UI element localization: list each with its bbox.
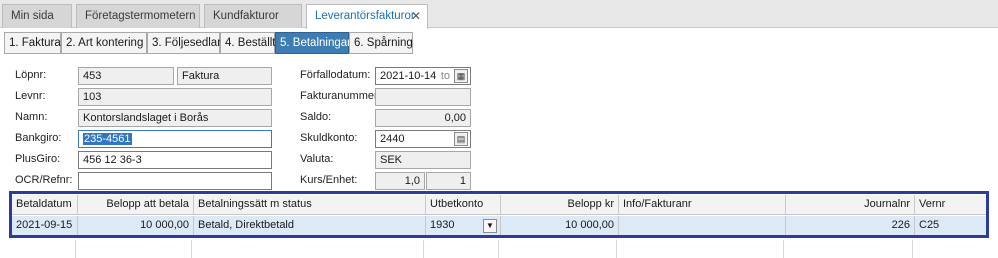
plusgiro-input[interactable]: 456 12 36-3 — [78, 151, 272, 169]
lookup-icon[interactable]: ▤ — [454, 132, 468, 146]
kurs-label: Kurs/Enhet: — [300, 174, 358, 186]
valuta-field: SEK — [375, 151, 471, 169]
calendar-icon[interactable]: ▦ — [454, 69, 468, 83]
lopnr-label: Löpnr: — [15, 69, 47, 81]
cell-utbetkonto[interactable]: 1930 ▼ — [426, 216, 501, 235]
grid-divider — [498, 240, 499, 258]
grid-divider — [191, 240, 192, 258]
grid-divider — [75, 240, 76, 258]
grid-header: Betaldatum Belopp att betala Betalningss… — [12, 195, 986, 215]
saldo-field: 0,00 — [375, 109, 471, 127]
col-belopp-kr[interactable]: Belopp kr — [501, 195, 619, 215]
utbetkonto-value: 1930 — [430, 219, 455, 231]
valuta-label: Valuta: — [300, 153, 334, 165]
subtab-sparning[interactable]: 6. Spårning — [349, 32, 413, 54]
enhet-field: 1 — [426, 172, 471, 190]
subtab-faktura[interactable]: 1. Faktura — [4, 32, 61, 54]
col-betalningssatt[interactable]: Betalningssätt m status — [194, 195, 426, 215]
col-vernr[interactable]: Vernr — [915, 195, 986, 215]
grid-divider — [912, 240, 913, 258]
ocr-input[interactable] — [78, 172, 272, 190]
tab-label: Företagstermometern — [85, 10, 196, 22]
subtab-art-kontering[interactable]: 2. Art kontering — [61, 32, 147, 54]
cell-vernr: C25 — [919, 219, 940, 231]
saldo-label: Saldo: — [300, 111, 332, 123]
col-belopp-att-betala[interactable]: Belopp att betala — [78, 195, 194, 215]
plusgiro-label: PlusGiro: — [15, 153, 61, 165]
levnr-label: Levnr: — [15, 90, 46, 102]
cell-betalningssatt: Betald, Direktbetald — [194, 216, 426, 235]
tab-label: Leverantörsfakturor — [315, 10, 415, 22]
ocr-label: OCR/Refnr: — [15, 174, 73, 186]
bankgiro-label: Bankgiro: — [15, 132, 62, 144]
payments-grid: Betaldatum Belopp att betala Betalningss… — [9, 191, 989, 238]
namn-field: Kontorslandslaget i Borås — [78, 109, 272, 127]
close-icon[interactable]: ✕ — [411, 5, 421, 27]
lopnr-field: 453 — [78, 67, 174, 85]
grid-divider — [783, 240, 784, 258]
namn-label: Namn: — [15, 111, 48, 123]
skuldkonto-input[interactable]: 2440 ▤ — [375, 130, 471, 148]
cell-belopp-att-betala: 10 000,00 — [78, 216, 194, 235]
tab-foretagstermometern[interactable]: Företagstermometern — [76, 4, 200, 28]
grid-empty-area — [0, 240, 998, 258]
skuldkonto-label: Skuldkonto: — [300, 132, 358, 144]
cell-belopp-kr: 10 000,00 — [501, 216, 619, 235]
cell-info-fakturanr — [619, 216, 786, 235]
tab-leverantorsfakturor[interactable]: Leverantörsfakturor ✕ — [306, 4, 428, 29]
fakturanummer-label: Fakturanummer: — [300, 90, 381, 102]
chevron-down-icon[interactable]: ▼ — [483, 219, 497, 233]
tab-label: Min sida — [11, 10, 54, 22]
levnr-field: 103 — [78, 88, 272, 106]
kurs-field: 1,0 — [375, 172, 425, 190]
tab-kundfakturor[interactable]: Kundfakturor — [204, 4, 302, 28]
col-utbetkonto[interactable]: Utbetkonto — [426, 195, 501, 215]
tab-min-sida[interactable]: Min sida — [2, 4, 72, 28]
fakturanummer-field — [375, 88, 471, 106]
forfallodatum-label: Förfallodatum: — [300, 69, 371, 81]
col-info-fakturanr[interactable]: Info/Fakturanr — [619, 195, 786, 215]
cell-betaldatum: 2021-09-15 — [12, 216, 78, 235]
document-tab-bar: Min sida Företagstermometern Kundfakturo… — [0, 0, 998, 29]
subtab-betalningar[interactable]: 5. Betalningar — [275, 32, 351, 54]
subtab-bestallt[interactable]: 4. Beställt — [220, 32, 276, 54]
tab-label: Kundfakturor — [213, 10, 279, 22]
cell-journalnr: 226 — [786, 216, 915, 235]
bankgiro-input[interactable]: 235-4561 — [78, 130, 272, 148]
col-betaldatum[interactable]: Betaldatum — [12, 195, 78, 215]
grid-divider — [423, 240, 424, 258]
skuldkonto-value: 2440 — [380, 133, 405, 145]
bankgiro-value: 235-4561 — [83, 133, 132, 145]
table-row[interactable]: 2021-09-15 10 000,00 Betald, Direktbetal… — [12, 216, 986, 235]
col-journalnr[interactable]: Journalnr — [786, 195, 915, 215]
forfallodatum-hint: to — [440, 70, 450, 82]
forfallodatum-value: 2021-10-14 — [380, 70, 437, 82]
forfallodatum-input[interactable]: 2021-10-14 to ▦ — [375, 67, 471, 85]
grid-divider — [616, 240, 617, 258]
subtab-foljesedlar[interactable]: 3. Följesedlar — [147, 32, 221, 54]
document-type-field: Faktura — [177, 67, 272, 85]
